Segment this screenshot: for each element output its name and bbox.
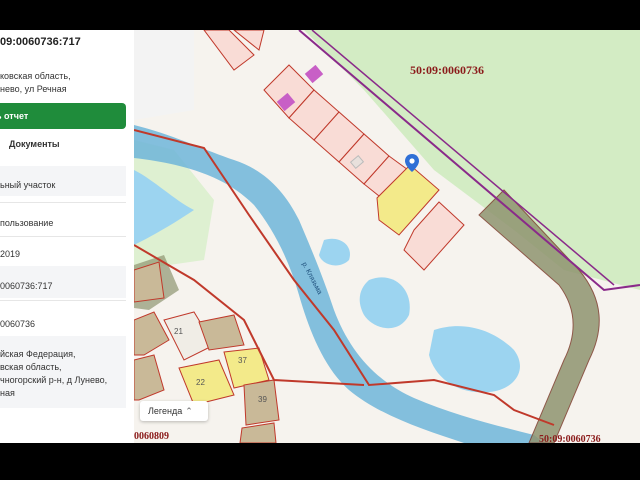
divider [0,300,126,301]
info-panel: 09:0060736:717 ковская область, нево, ул… [0,30,134,443]
map-canvas [134,30,640,443]
field-quarter: 0060736 [0,319,36,329]
bottom-quarter-label: 0060809 [134,431,169,442]
order-report-button[interactable]: ь отчет [0,103,126,129]
legend-label: Легенда [148,406,183,416]
field-address-line: йская Федерация, [0,349,76,359]
address-line: нево, ул Речная [0,84,67,94]
screenshot-frame: 09:0060736:717 ковская область, нево, ул… [0,0,640,480]
location-pin-icon[interactable] [405,154,419,172]
panel-address: ковская область, нево, ул Речная [0,70,71,96]
quarter-number-label: 50:09:0060736 [410,63,484,77]
divider [0,236,126,237]
parcel-number: 39 [258,395,267,404]
legend-button[interactable]: Легенда ⌃ [140,401,208,421]
tab-documents[interactable]: Документы [9,139,60,149]
field-address-line: ная [0,388,15,398]
bottom-quarter-label: 50:09:0060736 [539,434,601,443]
cadastral-map[interactable]: 50:09:0060736 р. Клязьма 21 22 37 39 006… [134,30,640,443]
panel-tabs: Документы [0,134,134,156]
parcel-number: 37 [238,356,247,365]
field-address-line: чногорский р-н, д Лунево, [0,375,108,385]
field-use: пользование [0,218,54,228]
chevron-up-icon: ⌃ [185,406,193,416]
divider [0,202,126,203]
field-address-line: вская область, [0,362,62,372]
panel-cadastral-number: 09:0060736:717 [0,36,81,48]
field-land-type: ьный участок [0,180,56,190]
parcel-number: 22 [196,378,205,387]
field-year: 2019 [0,249,21,259]
parcel-number: 21 [174,327,183,336]
field-cadastral-number: 0060736:717 [0,281,53,291]
address-line: ковская область, [0,71,71,81]
light-area [134,30,194,120]
